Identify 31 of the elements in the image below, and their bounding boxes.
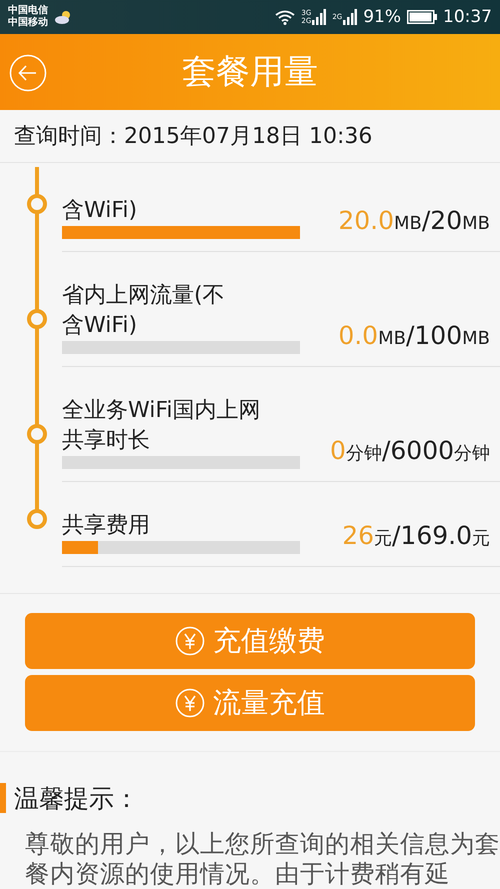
- timeline-dot: [27, 308, 47, 329]
- cloud-sun-icon: [54, 10, 72, 24]
- usage-label: 共享费用: [62, 512, 150, 540]
- clock-time: 10:37: [443, 7, 492, 28]
- battery-icon: [407, 10, 437, 24]
- usage-label: 全业务WiFi国内上网 共享时长: [62, 396, 261, 455]
- usage-reading: 0分钟/6000分钟: [329, 436, 490, 465]
- timeline-dot: [27, 424, 47, 444]
- yen-icon: [175, 626, 205, 656]
- usage-label: 省内上网流量(不 含WiFi): [62, 282, 225, 340]
- back-icon[interactable]: [9, 54, 47, 92]
- usage-reading: 26元/169.0元: [341, 520, 490, 550]
- timeline-dot: [27, 508, 47, 529]
- carrier-name: 中国电信: [8, 5, 48, 16]
- usage-reading: 20.0MB/20MB: [337, 206, 490, 235]
- signal-icon: [343, 9, 358, 26]
- recharge-button[interactable]: 充值缴费: [25, 613, 475, 670]
- battery-percent: 91%: [363, 7, 401, 28]
- carrier-name: 中国移动: [8, 17, 48, 30]
- tips-text: 尊敬的用户，以上您所查询的相关信息为套餐内资源的使用情况。由于计费稍有延: [25, 828, 500, 889]
- page-title: 套餐用量: [182, 51, 318, 94]
- usage-label: 含WiFi): [62, 196, 138, 225]
- yen-icon: [175, 688, 205, 718]
- signal-icon: [312, 9, 326, 26]
- recharge-button[interactable]: 流量充值: [25, 675, 475, 732]
- query-time: 查询时间：2015年07月18日 10:36: [0, 110, 500, 163]
- wifi-icon: [275, 10, 296, 25]
- timeline-dot: [27, 194, 47, 214]
- tips-title: 温馨提示：: [14, 782, 139, 815]
- usage-reading: 0.0MB/100MB: [337, 320, 490, 350]
- tips-marker: [0, 783, 6, 814]
